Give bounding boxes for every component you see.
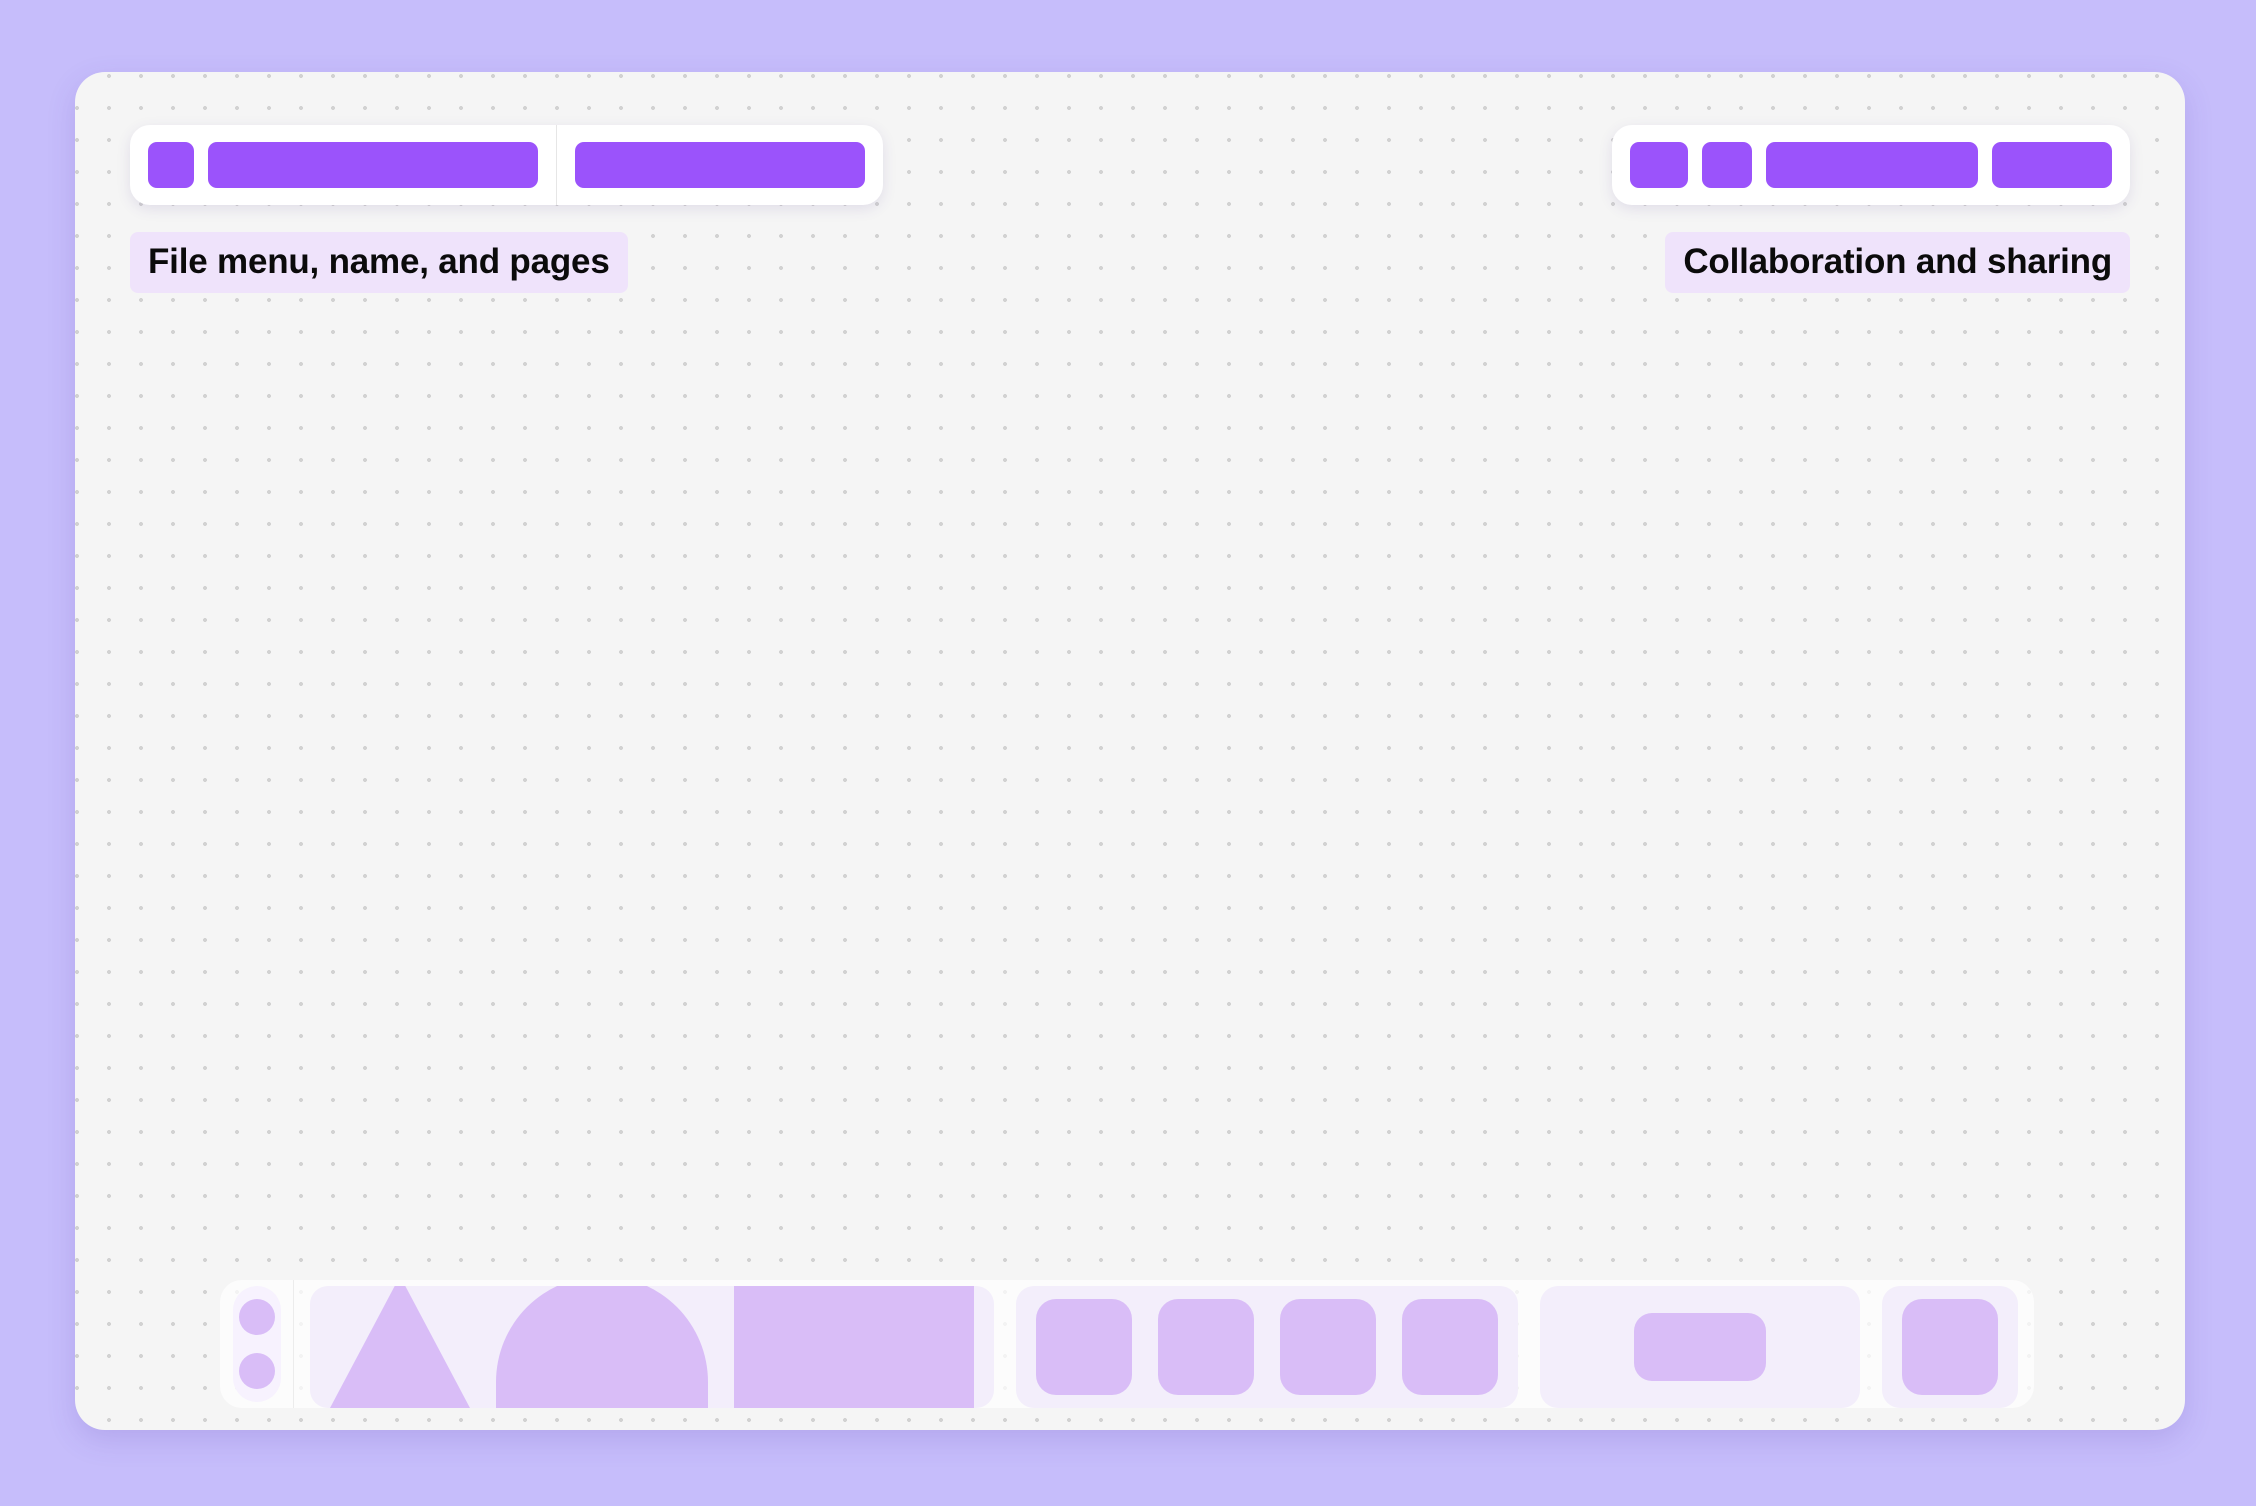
- document-name-field[interactable]: [208, 142, 538, 188]
- rectangle-icon[interactable]: [734, 1286, 974, 1408]
- shape-library-toolbar: [220, 1280, 2034, 1408]
- rounded-square-icon-5[interactable]: [1902, 1299, 1998, 1395]
- pages-group: [557, 125, 883, 205]
- share-button[interactable]: [1766, 142, 1978, 188]
- rounded-square-icon-3[interactable]: [1280, 1299, 1376, 1395]
- handle-dot-top: [238, 1299, 275, 1335]
- rounded-square-icon-4[interactable]: [1402, 1299, 1498, 1395]
- file-menu-toolbar: [130, 125, 883, 205]
- triangle-icon[interactable]: [330, 1286, 470, 1408]
- collaborators-group: [1612, 125, 2130, 205]
- semicircle-icon[interactable]: [496, 1286, 708, 1408]
- menu-and-name-group: [130, 125, 556, 205]
- square-shapes-group: [1016, 1286, 1518, 1408]
- single-shape-group: [1882, 1286, 2018, 1408]
- rounded-rectangle-icon[interactable]: [1634, 1313, 1766, 1381]
- avatar-collaborator-1[interactable]: [1630, 142, 1688, 188]
- annotation-chip-collaboration: Collaboration and sharing: [1665, 232, 2130, 294]
- basic-shapes-group: [310, 1286, 994, 1408]
- shape-groups-container: [294, 1280, 2034, 1408]
- app-menu-button[interactable]: [148, 142, 194, 188]
- present-button[interactable]: [1992, 142, 2112, 188]
- shape-library-drag-handle[interactable]: [220, 1280, 294, 1408]
- handle-dot-bottom: [238, 1353, 275, 1389]
- app-window-card: File menu, name, and pages Collaboration…: [75, 72, 2185, 1430]
- rounded-square-icon-2[interactable]: [1158, 1299, 1254, 1395]
- annotation-chip-file-menu: File menu, name, and pages: [130, 232, 628, 294]
- collaboration-toolbar: [1612, 125, 2130, 205]
- two-dots-handle-icon: [232, 1286, 281, 1402]
- pages-button[interactable]: [575, 142, 865, 188]
- wide-shape-group: [1540, 1286, 1860, 1408]
- avatar-collaborator-2[interactable]: [1702, 142, 1752, 188]
- rounded-square-icon-1[interactable]: [1036, 1299, 1132, 1395]
